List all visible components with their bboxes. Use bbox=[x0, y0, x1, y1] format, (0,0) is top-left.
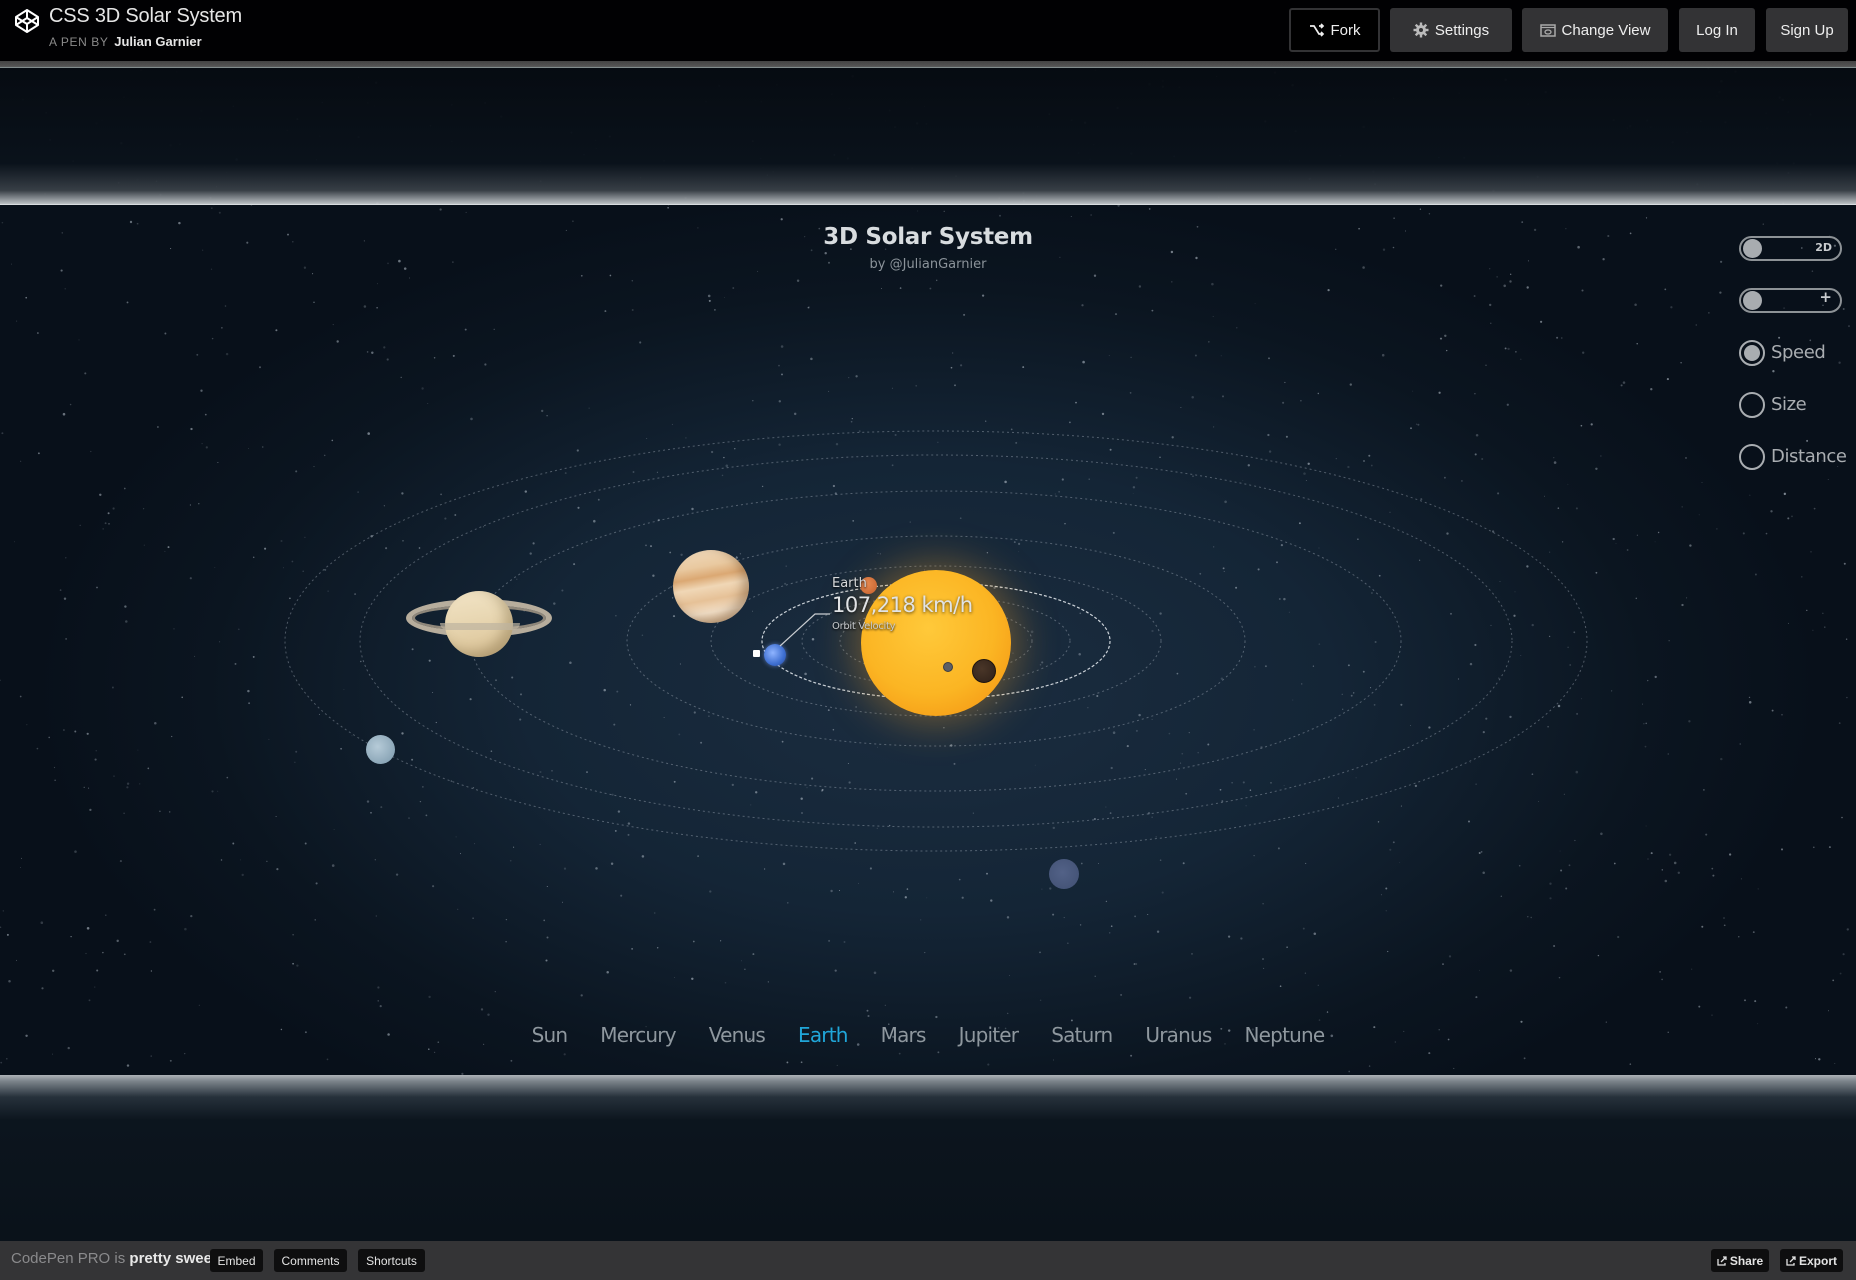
sign-up-button[interactable]: Sign Up bbox=[1766, 8, 1848, 52]
solar-system-preview: 3D Solar System by @JulianGarnier 2D + S… bbox=[0, 68, 1856, 1241]
nav-mars[interactable]: Mars bbox=[881, 1023, 927, 1047]
planet-nav: Sun Mercury Venus Earth Mars Jupiter Sat… bbox=[0, 1023, 1856, 1047]
shortcuts-label: Shortcuts bbox=[366, 1253, 417, 1268]
tooltip-label: Orbit Velocity bbox=[832, 621, 896, 632]
pen-title: CSS 3D Solar System bbox=[49, 5, 242, 27]
comments-button[interactable]: Comments bbox=[274, 1249, 347, 1272]
change-view-icon bbox=[1539, 23, 1556, 37]
share-button[interactable]: Share bbox=[1711, 1249, 1769, 1272]
comments-label: Comments bbox=[281, 1253, 340, 1268]
shortcuts-button[interactable]: Shortcuts bbox=[358, 1249, 425, 1272]
gear-icon bbox=[1413, 22, 1429, 38]
nav-saturn[interactable]: Saturn bbox=[1051, 1023, 1113, 1047]
export-label: Export bbox=[1798, 1253, 1837, 1268]
log-in-label: Log In bbox=[1696, 21, 1738, 39]
fork-icon bbox=[1309, 23, 1324, 37]
embed-button[interactable]: Embed bbox=[210, 1249, 263, 1272]
tooltip-leader-line bbox=[779, 613, 830, 647]
codepen-footer: CodePen PRO is pretty sweet. Embed Comme… bbox=[0, 1241, 1856, 1280]
settings-label: Settings bbox=[1434, 21, 1490, 39]
nav-neptune[interactable]: Neptune bbox=[1245, 1023, 1326, 1047]
author-link[interactable]: Julian Garnier bbox=[114, 34, 201, 49]
change-view-label: Change View bbox=[1561, 21, 1651, 39]
nav-venus[interactable]: Venus bbox=[709, 1023, 766, 1047]
nav-earth[interactable]: Earth bbox=[798, 1023, 848, 1047]
nav-jupiter[interactable]: Jupiter bbox=[959, 1023, 1019, 1047]
log-in-button[interactable]: Log In bbox=[1679, 8, 1755, 52]
pen-byline: A PEN BY Julian Garnier bbox=[49, 34, 202, 49]
nav-uranus[interactable]: Uranus bbox=[1145, 1023, 1212, 1047]
fork-button[interactable]: Fork bbox=[1289, 8, 1380, 52]
export-icon bbox=[1786, 1255, 1796, 1266]
sign-up-label: Sign Up bbox=[1780, 21, 1834, 39]
change-view-button[interactable]: Change View bbox=[1522, 8, 1668, 52]
embed-label: Embed bbox=[217, 1253, 256, 1268]
export-button[interactable]: Export bbox=[1780, 1249, 1843, 1272]
tooltip-value: 107,218 km/h bbox=[832, 593, 973, 617]
pen-by-label: A PEN BY bbox=[49, 35, 109, 49]
codepen-logo-icon[interactable] bbox=[14, 8, 40, 34]
nav-mercury[interactable]: Mercury bbox=[600, 1023, 676, 1047]
settings-button[interactable]: Settings bbox=[1390, 8, 1512, 52]
promo-bold: pretty sweet. bbox=[129, 1250, 222, 1267]
codepen-header: CSS 3D Solar System A PEN BY Julian Garn… bbox=[0, 0, 1856, 61]
share-icon bbox=[1717, 1255, 1727, 1266]
nav-sun[interactable]: Sun bbox=[532, 1023, 568, 1047]
pro-promo[interactable]: CodePen PRO is pretty sweet. bbox=[11, 1250, 221, 1267]
tooltip-planet-name: Earth bbox=[832, 576, 867, 591]
header-divider bbox=[0, 61, 1856, 68]
promo-prefix: CodePen PRO is bbox=[11, 1250, 126, 1267]
fork-label: Fork bbox=[1330, 21, 1361, 39]
share-label: Share bbox=[1729, 1253, 1764, 1268]
